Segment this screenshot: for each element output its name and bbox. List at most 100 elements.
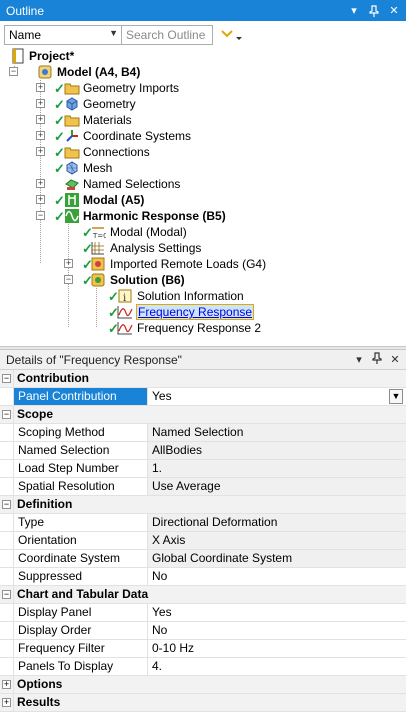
row-frequency-filter[interactable]: Frequency Filter 0-10 Hz [0, 640, 406, 658]
row-display-order[interactable]: Display Order No [0, 622, 406, 640]
row-load-step-number[interactable]: Load Step Number 1. [0, 460, 406, 478]
expand-icon[interactable]: + [36, 99, 45, 108]
section-chart-tabular[interactable]: − Chart and Tabular Data [0, 586, 406, 604]
property-value[interactable]: 0-10 Hz [148, 640, 406, 657]
close-icon[interactable]: ✕ [386, 3, 402, 19]
property-value: Use Average [148, 478, 406, 495]
expand-icon[interactable]: + [36, 131, 45, 140]
tree-label: Frequency Response 2 [137, 321, 262, 335]
tree-item-solution-information[interactable]: ✓ i Solution Information [0, 288, 260, 304]
tree-item-mesh[interactable]: ✓ Mesh [0, 160, 220, 176]
name-select-value: Name [9, 27, 42, 42]
section-options[interactable]: + Options [0, 676, 406, 694]
pane-menu-icon[interactable]: ▾ [346, 3, 362, 19]
property-value[interactable]: 4. [148, 658, 406, 675]
section-label: Scope [17, 407, 54, 421]
tree-item-model[interactable]: − Model (A4, B4) [0, 64, 200, 80]
tree-item-project[interactable]: Project* [0, 48, 200, 64]
filter-dropdown-icon[interactable] [221, 28, 243, 42]
row-orientation[interactable]: Orientation X Axis [0, 532, 406, 550]
property-name: Load Step Number [14, 460, 148, 477]
section-definition[interactable]: − Definition [0, 496, 406, 514]
row-panels-to-display[interactable]: Panels To Display 4. [0, 658, 406, 676]
pane-menu-icon[interactable]: ▾ [352, 353, 366, 366]
expand-icon[interactable]: + [36, 179, 45, 188]
frequency-response-icon [117, 304, 133, 320]
tree-label: Modal (A5) [83, 193, 145, 207]
tree-item-geometry[interactable]: + ✓ Geometry [0, 96, 220, 112]
collapse-icon[interactable]: − [2, 374, 11, 383]
property-name: Panels To Display [14, 658, 148, 675]
section-results[interactable]: + Results [0, 694, 406, 712]
property-value[interactable]: Yes [148, 604, 406, 621]
collapse-icon[interactable]: − [64, 275, 73, 284]
tree-item-modal[interactable]: + ✓ Modal (A5) [0, 192, 220, 208]
row-named-selection[interactable]: Named Selection AllBodies [0, 442, 406, 460]
expand-icon[interactable]: + [2, 698, 11, 707]
property-value[interactable]: Yes ▼ [148, 388, 406, 405]
expand-icon[interactable]: + [36, 83, 45, 92]
frequency-response-icon [117, 320, 133, 336]
collapse-icon[interactable]: − [2, 500, 11, 509]
tree-item-frequency-response-2[interactable]: ✓ Frequency Response 2 [0, 320, 262, 336]
expand-icon[interactable]: + [36, 115, 45, 124]
tree-item-analysis-settings[interactable]: ✓ Analysis Settings [0, 240, 240, 256]
collapse-icon[interactable]: − [9, 67, 18, 76]
expand-icon[interactable]: + [2, 680, 11, 689]
model-icon [37, 64, 53, 80]
property-name: Panel Contribution [14, 388, 148, 405]
tree-item-solution[interactable]: − ✓ Solution (B6) [0, 272, 240, 288]
modal-analysis-icon [64, 192, 80, 208]
tree-item-connections[interactable]: + ✓ Connections [0, 144, 220, 160]
tree-item-imported-remote-loads[interactable]: + ✓ Imported Remote Loads (G4) [0, 256, 280, 272]
details-title: Details of "Frequency Response" [6, 352, 182, 367]
row-spatial-resolution[interactable]: Spatial Resolution Use Average [0, 478, 406, 496]
tree-label: Analysis Settings [110, 241, 202, 255]
section-scope[interactable]: − Scope [0, 406, 406, 424]
collapse-icon[interactable]: − [2, 590, 11, 599]
property-name: Coordinate System [14, 550, 148, 567]
collapse-icon[interactable]: − [36, 211, 45, 220]
tree-item-materials[interactable]: + ✓ Materials [0, 112, 220, 128]
row-coordinate-system[interactable]: Coordinate System Global Coordinate Syst… [0, 550, 406, 568]
tree-item-modal-modal[interactable]: ✓ T=0 Modal (Modal) [0, 224, 240, 240]
collapse-icon[interactable]: − [2, 410, 11, 419]
tree-item-harmonic-response[interactable]: − ✓ Harmonic Response (B5) [0, 208, 240, 224]
coordinate-system-icon [64, 128, 80, 144]
row-panel-contribution[interactable]: Panel Contribution Yes ▼ [0, 388, 406, 406]
tree-item-geometry-imports[interactable]: + ✓ Geometry Imports [0, 80, 220, 96]
named-selection-icon [64, 176, 80, 192]
property-value[interactable]: No [148, 568, 406, 585]
property-name: Display Panel [14, 604, 148, 621]
expand-icon[interactable]: + [36, 195, 45, 204]
tree-item-named-selections[interactable]: + Named Selections [0, 176, 220, 192]
tree-label: Solution (B6) [110, 273, 185, 287]
property-name: Suppressed [14, 568, 148, 585]
expand-icon[interactable]: + [64, 259, 73, 268]
tree-item-coordinate-systems[interactable]: + ✓ Coordinate Systems [0, 128, 220, 144]
expand-icon[interactable]: + [36, 147, 45, 156]
imported-load-icon [90, 256, 106, 272]
svg-text:i: i [123, 293, 126, 304]
row-type[interactable]: Type Directional Deformation [0, 514, 406, 532]
pin-icon[interactable] [366, 3, 382, 19]
section-contribution[interactable]: − Contribution [0, 370, 406, 388]
chevron-down-icon[interactable]: ▼ [389, 389, 403, 404]
pin-icon[interactable] [370, 352, 384, 367]
row-scoping-method[interactable]: Scoping Method Named Selection [0, 424, 406, 442]
information-icon: i [117, 288, 133, 304]
row-suppressed[interactable]: Suppressed No [0, 568, 406, 586]
section-label: Chart and Tabular Data [17, 587, 149, 601]
search-input[interactable] [122, 24, 213, 45]
property-value: 1. [148, 460, 406, 477]
tree-label: Coordinate Systems [83, 129, 192, 143]
folder-icon [64, 112, 80, 128]
property-value[interactable]: No [148, 622, 406, 639]
row-display-panel[interactable]: Display Panel Yes [0, 604, 406, 622]
property-name: Frequency Filter [14, 640, 148, 657]
close-icon[interactable]: ✕ [388, 353, 402, 366]
mesh-icon [64, 160, 80, 176]
tree-item-frequency-response[interactable]: ✓ Frequency Response [0, 304, 260, 320]
section-label: Definition [17, 497, 73, 511]
name-select[interactable]: Name ▼ [4, 24, 122, 45]
